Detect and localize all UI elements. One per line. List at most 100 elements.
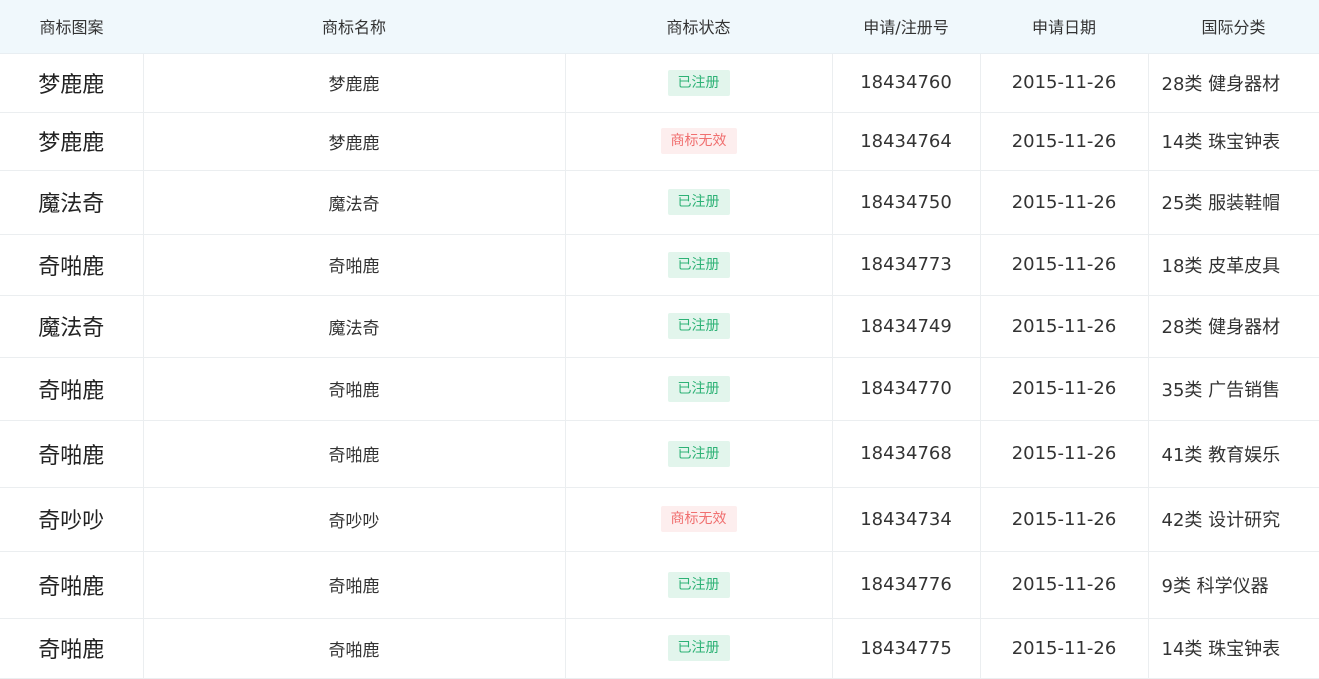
trademark-name[interactable]: 奇啪鹿 xyxy=(329,257,380,277)
table-row[interactable]: 奇啪鹿 奇啪鹿 已注册 18434775 2015-11-26 14类 珠宝钟表 xyxy=(0,618,1319,679)
trademark-name[interactable]: 魔法奇 xyxy=(329,319,380,339)
table-row[interactable]: 奇吵吵 奇吵吵 商标无效 18434734 2015-11-26 42类 设计研究 xyxy=(0,487,1319,552)
trademark-pattern[interactable]: 奇啪鹿 xyxy=(38,444,104,469)
apply-date: 2015-11-26 xyxy=(1011,443,1117,464)
trademark-name[interactable]: 魔法奇 xyxy=(329,195,380,215)
trademark-status-cell: 已注册 xyxy=(565,295,833,358)
trademark-status-cell: 已注册 xyxy=(565,170,833,235)
intl-class: 14类 珠宝钟表 xyxy=(1161,132,1281,153)
reg-no: 18434776 xyxy=(860,574,952,595)
reg-no-cell: 18434770 xyxy=(832,357,981,421)
trademark-pattern-cell[interactable]: 奇啪鹿 xyxy=(0,420,144,488)
trademark-name[interactable]: 奇啪鹿 xyxy=(329,381,380,401)
class-cell: 28类 健身器材 xyxy=(1148,53,1319,113)
table-header: 商标图案 商标名称 商标状态 申请/注册号 申请日期 国际分类 xyxy=(0,0,1319,54)
trademark-pattern[interactable]: 奇吵吵 xyxy=(38,509,104,534)
date-cell: 2015-11-26 xyxy=(980,551,1149,619)
table-row[interactable]: 梦鹿鹿 梦鹿鹿 商标无效 18434764 2015-11-26 14类 珠宝钟表 xyxy=(0,112,1319,171)
trademark-pattern[interactable]: 奇啪鹿 xyxy=(38,379,104,404)
apply-date: 2015-11-26 xyxy=(1011,130,1117,152)
trademark-name-cell: 梦鹿鹿 xyxy=(143,53,566,113)
trademark-pattern-cell[interactable]: 奇啪鹿 xyxy=(0,234,144,296)
reg-no: 18434764 xyxy=(860,130,952,152)
trademark-name-cell: 奇啪鹿 xyxy=(143,420,566,488)
trademark-name[interactable]: 奇吵吵 xyxy=(329,512,380,532)
status-badge: 已注册 xyxy=(667,635,730,661)
table-row[interactable]: 梦鹿鹿 梦鹿鹿 已注册 18434760 2015-11-26 28类 健身器材 xyxy=(0,53,1319,113)
class-cell: 14类 珠宝钟表 xyxy=(1148,112,1319,171)
status-badge: 商标无效 xyxy=(660,128,737,154)
trademark-name[interactable]: 梦鹿鹿 xyxy=(329,75,380,95)
header-name: 商标名称 xyxy=(143,0,565,54)
status-badge: 已注册 xyxy=(667,571,730,598)
trademark-name-cell: 魔法奇 xyxy=(143,295,566,358)
date-cell: 2015-11-26 xyxy=(980,53,1149,113)
apply-date: 2015-11-26 xyxy=(1011,315,1117,337)
table-row[interactable]: 奇啪鹿 奇啪鹿 已注册 18434773 2015-11-26 18类 皮革皮具 xyxy=(0,234,1319,296)
table-row[interactable]: 奇啪鹿 奇啪鹿 已注册 18434776 2015-11-26 9类 科学仪器 xyxy=(0,551,1319,619)
trademark-pattern-cell[interactable]: 梦鹿鹿 xyxy=(0,53,144,113)
reg-no-cell: 18434734 xyxy=(832,487,981,552)
trademark-pattern[interactable]: 魔法奇 xyxy=(38,316,104,341)
intl-class: 42类 设计研究 xyxy=(1161,510,1281,531)
trademark-pattern-cell[interactable]: 奇吵吵 xyxy=(0,487,144,552)
table-row[interactable]: 魔法奇 魔法奇 已注册 18434750 2015-11-26 25类 服装鞋帽 xyxy=(0,170,1319,235)
apply-date: 2015-11-26 xyxy=(1011,508,1117,530)
trademark-pattern-cell[interactable]: 奇啪鹿 xyxy=(0,357,144,421)
header-row: 商标图案 商标名称 商标状态 申请/注册号 申请日期 国际分类 xyxy=(0,0,1319,54)
table-row[interactable]: 魔法奇 魔法奇 已注册 18434749 2015-11-26 28类 健身器材 xyxy=(0,295,1319,358)
reg-no: 18434749 xyxy=(860,315,952,337)
trademark-name[interactable]: 奇啪鹿 xyxy=(329,446,380,466)
trademark-pattern-cell[interactable]: 奇啪鹿 xyxy=(0,618,144,679)
header-status: 商标状态 xyxy=(565,0,832,54)
class-cell: 35类 广告销售 xyxy=(1148,357,1319,421)
trademark-name-cell: 魔法奇 xyxy=(143,170,566,235)
trademark-pattern-cell[interactable]: 魔法奇 xyxy=(0,170,144,235)
table-row[interactable]: 奇啪鹿 奇啪鹿 已注册 18434768 2015-11-26 41类 教育娱乐 xyxy=(0,420,1319,488)
class-cell: 9类 科学仪器 xyxy=(1148,551,1319,619)
intl-class: 35类 广告销售 xyxy=(1161,379,1281,401)
class-cell: 42类 设计研究 xyxy=(1148,487,1319,552)
trademark-pattern-cell[interactable]: 魔法奇 xyxy=(0,295,144,358)
trademark-pattern[interactable]: 梦鹿鹿 xyxy=(38,131,104,156)
header-class: 国际分类 xyxy=(1148,0,1319,54)
reg-no: 18434775 xyxy=(860,637,952,659)
table-body: 梦鹿鹿 梦鹿鹿 已注册 18434760 2015-11-26 28类 健身器材 梦鹿鹿 梦鹿… xyxy=(0,53,1319,679)
header-reg-no: 申请/注册号 xyxy=(832,0,980,54)
intl-class: 25类 服装鞋帽 xyxy=(1161,193,1281,214)
reg-no: 18434773 xyxy=(860,254,952,275)
trademark-name-cell: 梦鹿鹿 xyxy=(143,112,566,171)
date-cell: 2015-11-26 xyxy=(980,420,1149,488)
apply-date: 2015-11-26 xyxy=(1011,574,1117,595)
class-cell: 14类 珠宝钟表 xyxy=(1148,618,1319,679)
reg-no-cell: 18434768 xyxy=(832,420,981,488)
date-cell: 2015-11-26 xyxy=(980,487,1149,552)
trademark-status-cell: 已注册 xyxy=(565,234,833,296)
trademark-pattern[interactable]: 奇啪鹿 xyxy=(38,575,104,600)
reg-no-cell: 18434775 xyxy=(832,618,981,679)
status-badge: 已注册 xyxy=(667,251,730,278)
reg-no-cell: 18434764 xyxy=(832,112,981,171)
status-badge: 已注册 xyxy=(667,313,730,339)
trademark-name[interactable]: 奇啪鹿 xyxy=(329,641,380,661)
reg-no: 18434770 xyxy=(860,378,952,399)
trademark-pattern[interactable]: 魔法奇 xyxy=(38,192,104,217)
trademark-name[interactable]: 梦鹿鹿 xyxy=(329,134,380,154)
apply-date: 2015-11-26 xyxy=(1011,254,1117,275)
trademark-pattern[interactable]: 梦鹿鹿 xyxy=(38,73,104,98)
table-row[interactable]: 奇啪鹿 奇啪鹿 已注册 18434770 2015-11-26 35类 广告销售 xyxy=(0,357,1319,421)
reg-no: 18434734 xyxy=(860,508,952,530)
date-cell: 2015-11-26 xyxy=(980,170,1149,235)
trademark-pattern-cell[interactable]: 梦鹿鹿 xyxy=(0,112,144,171)
trademark-pattern[interactable]: 奇啪鹿 xyxy=(38,255,104,280)
apply-date: 2015-11-26 xyxy=(1011,637,1117,659)
trademark-pattern-cell[interactable]: 奇啪鹿 xyxy=(0,551,144,619)
trademark-name[interactable]: 奇啪鹿 xyxy=(329,577,380,597)
apply-date: 2015-11-26 xyxy=(1011,72,1117,93)
trademark-pattern[interactable]: 奇啪鹿 xyxy=(38,638,104,663)
reg-no: 18434760 xyxy=(860,72,952,93)
status-badge: 商标无效 xyxy=(660,506,737,532)
trademark-name-cell: 奇啪鹿 xyxy=(143,234,566,296)
trademark-status-cell: 已注册 xyxy=(565,618,833,679)
trademark-name-cell: 奇啪鹿 xyxy=(143,551,566,619)
